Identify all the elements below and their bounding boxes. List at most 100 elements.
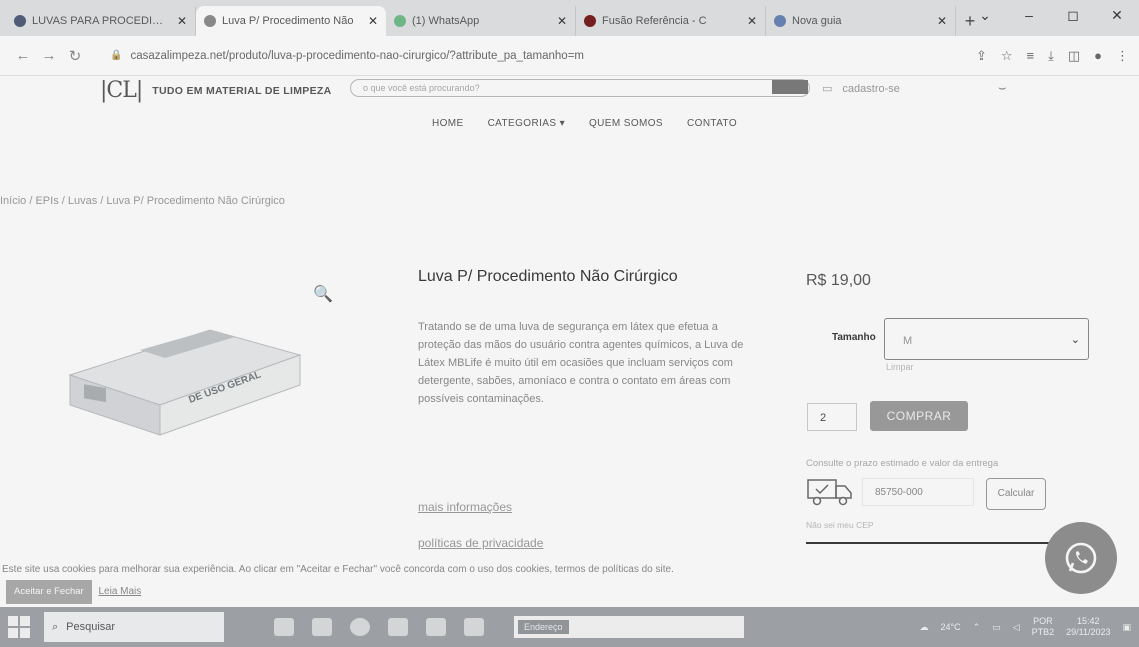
sidebar-icon[interactable]: ◫ <box>1068 48 1080 64</box>
browser-tab-4[interactable]: Nova guia ✕ <box>766 6 956 36</box>
menu-dots-icon[interactable]: ⋮ <box>1116 48 1129 64</box>
lock-icon: 🔒 <box>110 50 123 61</box>
browser-toolbar: ← → ↻ 🔒 casazalimpeza.net/produto/luva-p… <box>0 36 1139 76</box>
lang-layout: PTB2 <box>1031 627 1055 637</box>
zoom-icon[interactable]: 🔍 <box>313 284 333 304</box>
window-controls: ⌄ – ◻ ✕ <box>963 0 1139 30</box>
app-icon[interactable] <box>464 618 484 636</box>
browser-tools: ⇪ ☆ ≡ ⤓ ◫ ● ⋮ <box>976 48 1129 64</box>
account-link[interactable]: ▭ cadastro-se <box>822 82 900 96</box>
reading-list-icon[interactable]: ≡ <box>1027 48 1035 64</box>
taskbar-search-input[interactable]: ⌕ Pesquisar <box>44 612 224 642</box>
privacy-policy-link[interactable]: políticas de privacidade <box>418 536 543 550</box>
clock[interactable]: 15:42 29/11/2023 <box>1066 616 1110 638</box>
minimize-button[interactable]: – <box>1007 0 1051 30</box>
browser-tab-2[interactable]: (1) WhatsApp ✕ <box>386 6 576 36</box>
tab-favicon-icon <box>774 15 786 27</box>
weather-temp[interactable]: 24°C <box>940 622 960 632</box>
browser-tab-0[interactable]: LUVAS PARA PROCEDIMENTO ✕ <box>6 6 196 36</box>
file-explorer-icon[interactable] <box>312 618 332 636</box>
divider <box>806 542 1066 544</box>
tab-title: Luva P/ Procedimento Não <box>222 15 354 27</box>
tab-title: LUVAS PARA PROCEDIMENTO <box>32 15 171 27</box>
site-header: |CL| TUDO EM MATERIAL DE LIMPEZA o que v… <box>0 76 1139 106</box>
cart-icon[interactable]: ⌣ <box>998 80 1007 96</box>
language-indicator[interactable]: POR PTB2 <box>1032 616 1055 638</box>
calculate-shipping-button[interactable]: Calcular <box>986 478 1046 510</box>
nav-item-quem-somos[interactable]: QUEM SOMOS <box>589 118 663 129</box>
tab-close-icon[interactable]: ✕ <box>937 14 947 28</box>
tab-favicon-icon <box>14 15 26 27</box>
nav-item-home[interactable]: HOME <box>432 118 464 129</box>
tab-favicon-icon <box>394 15 406 27</box>
cookie-banner: Este site usa cookies para melhorar sua … <box>0 560 760 604</box>
bookmark-star-icon[interactable]: ☆ <box>1001 48 1013 64</box>
shipping-note: Consulte o prazo estimado e valor da ent… <box>806 458 999 469</box>
more-info-link[interactable]: mais informações <box>418 500 512 514</box>
volume-icon[interactable]: ◁ <box>1013 622 1020 633</box>
product-description: Tratando se de uma luva de segurança em … <box>418 321 744 405</box>
logo-tagline: TUDO EM MATERIAL DE LIMPEZA <box>152 84 332 97</box>
app-icon[interactable] <box>388 618 408 636</box>
tab-close-icon[interactable]: ✕ <box>557 14 567 28</box>
system-tray: ☁ 24°C ⌃ ▭ ◁ POR PTB2 15:42 29/11/2023 ▣ <box>919 616 1131 638</box>
tab-close-icon[interactable]: ✕ <box>177 14 187 28</box>
close-window-button[interactable]: ✕ <box>1095 0 1139 30</box>
back-arrow-icon[interactable]: ← <box>10 47 36 64</box>
reload-icon[interactable]: ↻ <box>62 47 88 65</box>
maximize-button[interactable]: ◻ <box>1051 0 1095 30</box>
main-nav: HOME CATEGORIAS ▾ QUEM SOMOS CONTATO <box>0 118 1139 129</box>
learn-more-link[interactable]: Leia Mais <box>98 586 141 597</box>
address-label: Endereço <box>518 620 569 634</box>
chrome-icon[interactable] <box>350 618 370 636</box>
whatsapp-button[interactable] <box>1045 522 1117 594</box>
taskbar-address-toolbar[interactable]: Endereço <box>514 616 744 638</box>
whatsapp-icon <box>1065 542 1097 574</box>
unknown-cep-link[interactable]: Não sei meu CEP <box>806 520 874 530</box>
clock-time: 15:42 <box>1077 616 1100 626</box>
tab-title: Fusão Referência - C <box>602 15 707 27</box>
tab-close-icon[interactable]: ✕ <box>747 14 757 28</box>
chevron-down-icon: ⌄ <box>1070 334 1080 346</box>
weather-icon[interactable]: ☁ <box>919 622 928 633</box>
cookie-text: Este site usa cookies para melhorar sua … <box>2 564 674 575</box>
clear-selection-link[interactable]: Limpar <box>886 362 914 372</box>
chevron-up-icon[interactable]: ⌃ <box>973 622 981 633</box>
app-icon[interactable] <box>426 618 446 636</box>
product-image[interactable]: DE USO GERAL <box>60 320 310 440</box>
nav-item-categorias[interactable]: CATEGORIAS ▾ <box>488 118 565 129</box>
account-link-label: cadastro-se <box>842 82 900 95</box>
notification-icon[interactable]: ▣ <box>1122 622 1131 633</box>
clock-date: 29/11/2023 <box>1066 627 1111 637</box>
site-search-button[interactable] <box>772 80 808 94</box>
tab-close-icon[interactable]: ✕ <box>368 14 378 28</box>
nav-item-contato[interactable]: CONTATO <box>687 118 737 129</box>
site-logo[interactable]: |CL| TUDO EM MATERIAL DE LIMPEZA <box>100 78 332 103</box>
download-icon[interactable]: ⤓ <box>1048 48 1054 64</box>
forward-arrow-icon[interactable]: → <box>36 47 62 64</box>
site-search-input[interactable]: o que você está procurando? <box>350 79 810 97</box>
search-icon: ⌕ <box>52 620 59 633</box>
breadcrumb[interactable]: Início / EPIs / Luvas / Luva P/ Procedim… <box>0 195 285 207</box>
task-view-icon[interactable] <box>274 618 294 636</box>
tab-title: (1) WhatsApp <box>412 15 480 27</box>
tab-search-icon[interactable]: ⌄ <box>963 0 1007 30</box>
network-icon[interactable]: ▭ <box>992 622 1001 633</box>
address-bar[interactable]: 🔒 casazalimpeza.net/produto/luva-p-proce… <box>100 42 964 70</box>
browser-tab-3[interactable]: Fusão Referência - C ✕ <box>576 6 766 36</box>
delivery-truck-icon <box>807 479 852 506</box>
windows-start-icon[interactable] <box>8 616 30 638</box>
tab-favicon-icon <box>584 15 596 27</box>
lang-code: POR <box>1033 616 1053 626</box>
cep-input[interactable]: 85750-000 <box>862 478 974 506</box>
share-icon[interactable]: ⇪ <box>976 48 987 64</box>
taskbar-search-placeholder: Pesquisar <box>66 621 116 633</box>
accept-cookies-button[interactable]: Aceitar e Fechar <box>6 580 92 604</box>
browser-tab-1[interactable]: Luva P/ Procedimento Não ✕ <box>196 6 386 36</box>
tab-title: Nova guia <box>792 15 842 27</box>
size-select[interactable]: M ⌄ <box>884 318 1089 360</box>
buy-button[interactable]: COMPRAR <box>870 401 968 431</box>
browser-tab-strip: LUVAS PARA PROCEDIMENTO ✕ Luva P/ Proced… <box>0 0 1139 36</box>
quantity-input[interactable]: 2 <box>807 403 857 431</box>
profile-icon[interactable]: ● <box>1094 48 1102 64</box>
